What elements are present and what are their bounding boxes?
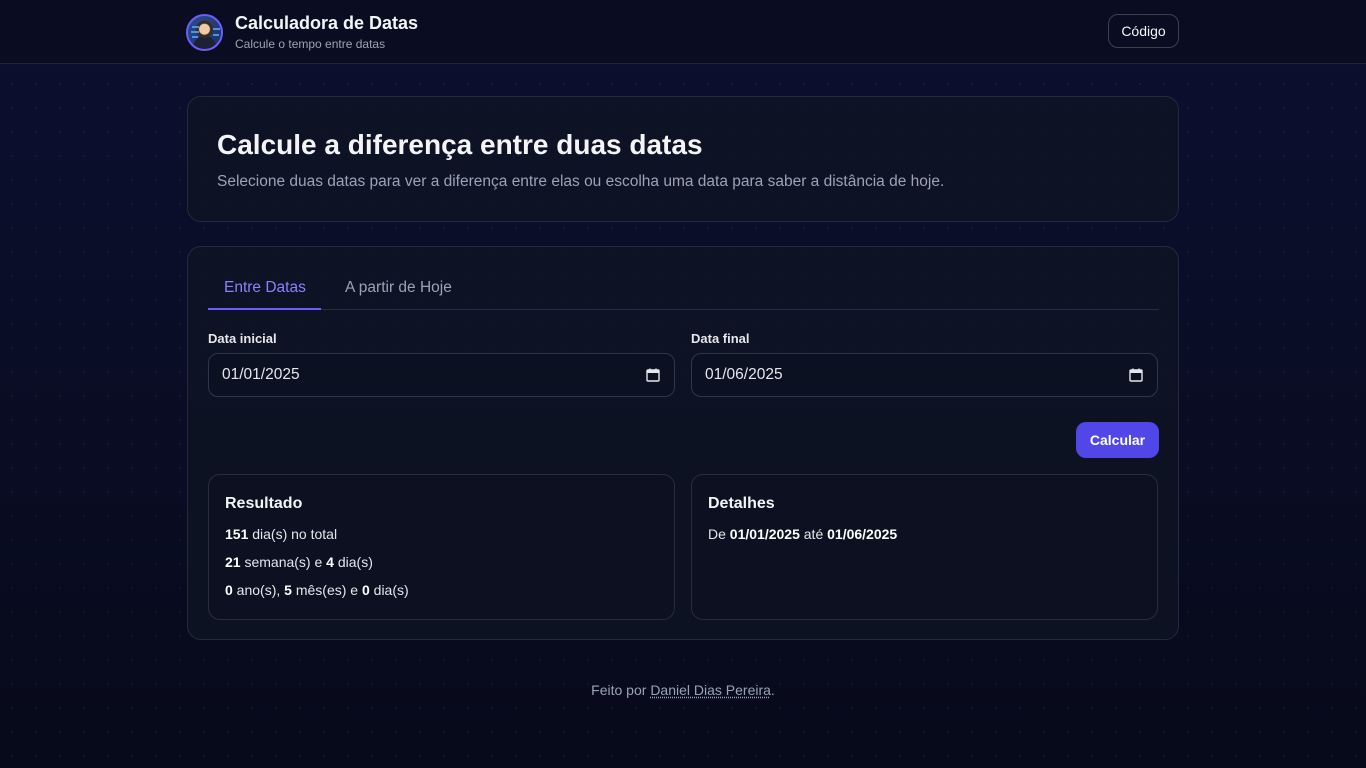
avatar xyxy=(186,13,223,51)
details-panel: Detalhes De 01/01/2025 até 01/06/2025 xyxy=(691,474,1158,620)
tab-bar: Entre Datas A partir de Hoje xyxy=(208,271,1159,310)
details-range-line: De 01/01/2025 até 01/06/2025 xyxy=(708,526,897,542)
page-description: Selecione duas datas para ver a diferenç… xyxy=(217,173,945,190)
end-date-input[interactable]: 01/06/2025 xyxy=(691,353,1158,397)
days-suffix: dia(s) xyxy=(369,582,409,598)
total-days-value: 151 xyxy=(225,526,249,542)
hero-card: Calcule a diferença entre duas datas Sel… xyxy=(187,96,1179,222)
calculator-card: Entre Datas A partir de Hoje Data inicia… xyxy=(187,246,1179,640)
end-date-label: Data final xyxy=(691,331,750,346)
footer: Feito por Daniel Dias Pereira. xyxy=(0,682,1366,698)
result-title: Resultado xyxy=(225,495,303,512)
author-link[interactable]: Daniel Dias Pereira xyxy=(650,682,771,698)
tab-between-dates[interactable]: Entre Datas xyxy=(224,279,306,309)
footer-suffix: . xyxy=(770,682,775,698)
start-date-input[interactable]: 01/01/2025 xyxy=(208,353,675,397)
months-mid: mês(es) e xyxy=(291,582,362,598)
details-mid: até xyxy=(799,526,828,542)
app-title: Calculadora de Datas xyxy=(235,13,419,33)
days-value: 0 xyxy=(361,582,370,598)
footer-prefix: Feito por xyxy=(591,682,651,698)
details-prefix: De xyxy=(708,526,730,542)
end-date-value: 01/06/2025 xyxy=(705,366,783,383)
result-panel: Resultado 151 dia(s) no total 21 semana(… xyxy=(208,474,675,620)
calculate-button[interactable]: Calcular xyxy=(1076,422,1159,458)
tab-from-today[interactable]: A partir de Hoje xyxy=(345,279,452,309)
code-button[interactable]: Código xyxy=(1108,14,1179,48)
details-to: 01/06/2025 xyxy=(827,526,898,542)
weeks-days-value: 4 xyxy=(326,554,334,570)
calendar-icon[interactable] xyxy=(646,368,660,382)
details-title: Detalhes xyxy=(708,495,775,512)
start-date-value: 01/01/2025 xyxy=(222,366,300,383)
page-title: Calcule a diferença entre duas datas xyxy=(217,129,703,160)
calendar-icon[interactable] xyxy=(1129,368,1143,382)
years-value: 0 xyxy=(225,582,233,598)
start-date-label: Data inicial xyxy=(208,331,277,346)
details-from: 01/01/2025 xyxy=(729,526,800,542)
top-bar: Calculadora de Datas Calcule o tempo ent… xyxy=(0,0,1366,64)
weeks-suffix: dia(s) xyxy=(333,554,373,570)
app-subtitle: Calcule o tempo entre datas xyxy=(235,37,386,51)
brand[interactable]: Calculadora de Datas Calcule o tempo ent… xyxy=(186,12,418,52)
total-days-suffix: dia(s) no total xyxy=(248,526,338,542)
ymd-line: 0 ano(s), 5 mês(es) e 0 dia(s) xyxy=(225,582,409,598)
months-value: 5 xyxy=(284,582,292,598)
brand-text: Calculadora de Datas Calcule o tempo ent… xyxy=(235,12,418,52)
weeks-line: 21 semana(s) e 4 dia(s) xyxy=(225,554,373,570)
total-days-line: 151 dia(s) no total xyxy=(225,526,337,542)
weeks-mid: semana(s) e xyxy=(240,554,327,570)
active-tab-indicator xyxy=(208,308,321,310)
weeks-value: 21 xyxy=(225,554,241,570)
years-mid: ano(s), xyxy=(232,582,285,598)
